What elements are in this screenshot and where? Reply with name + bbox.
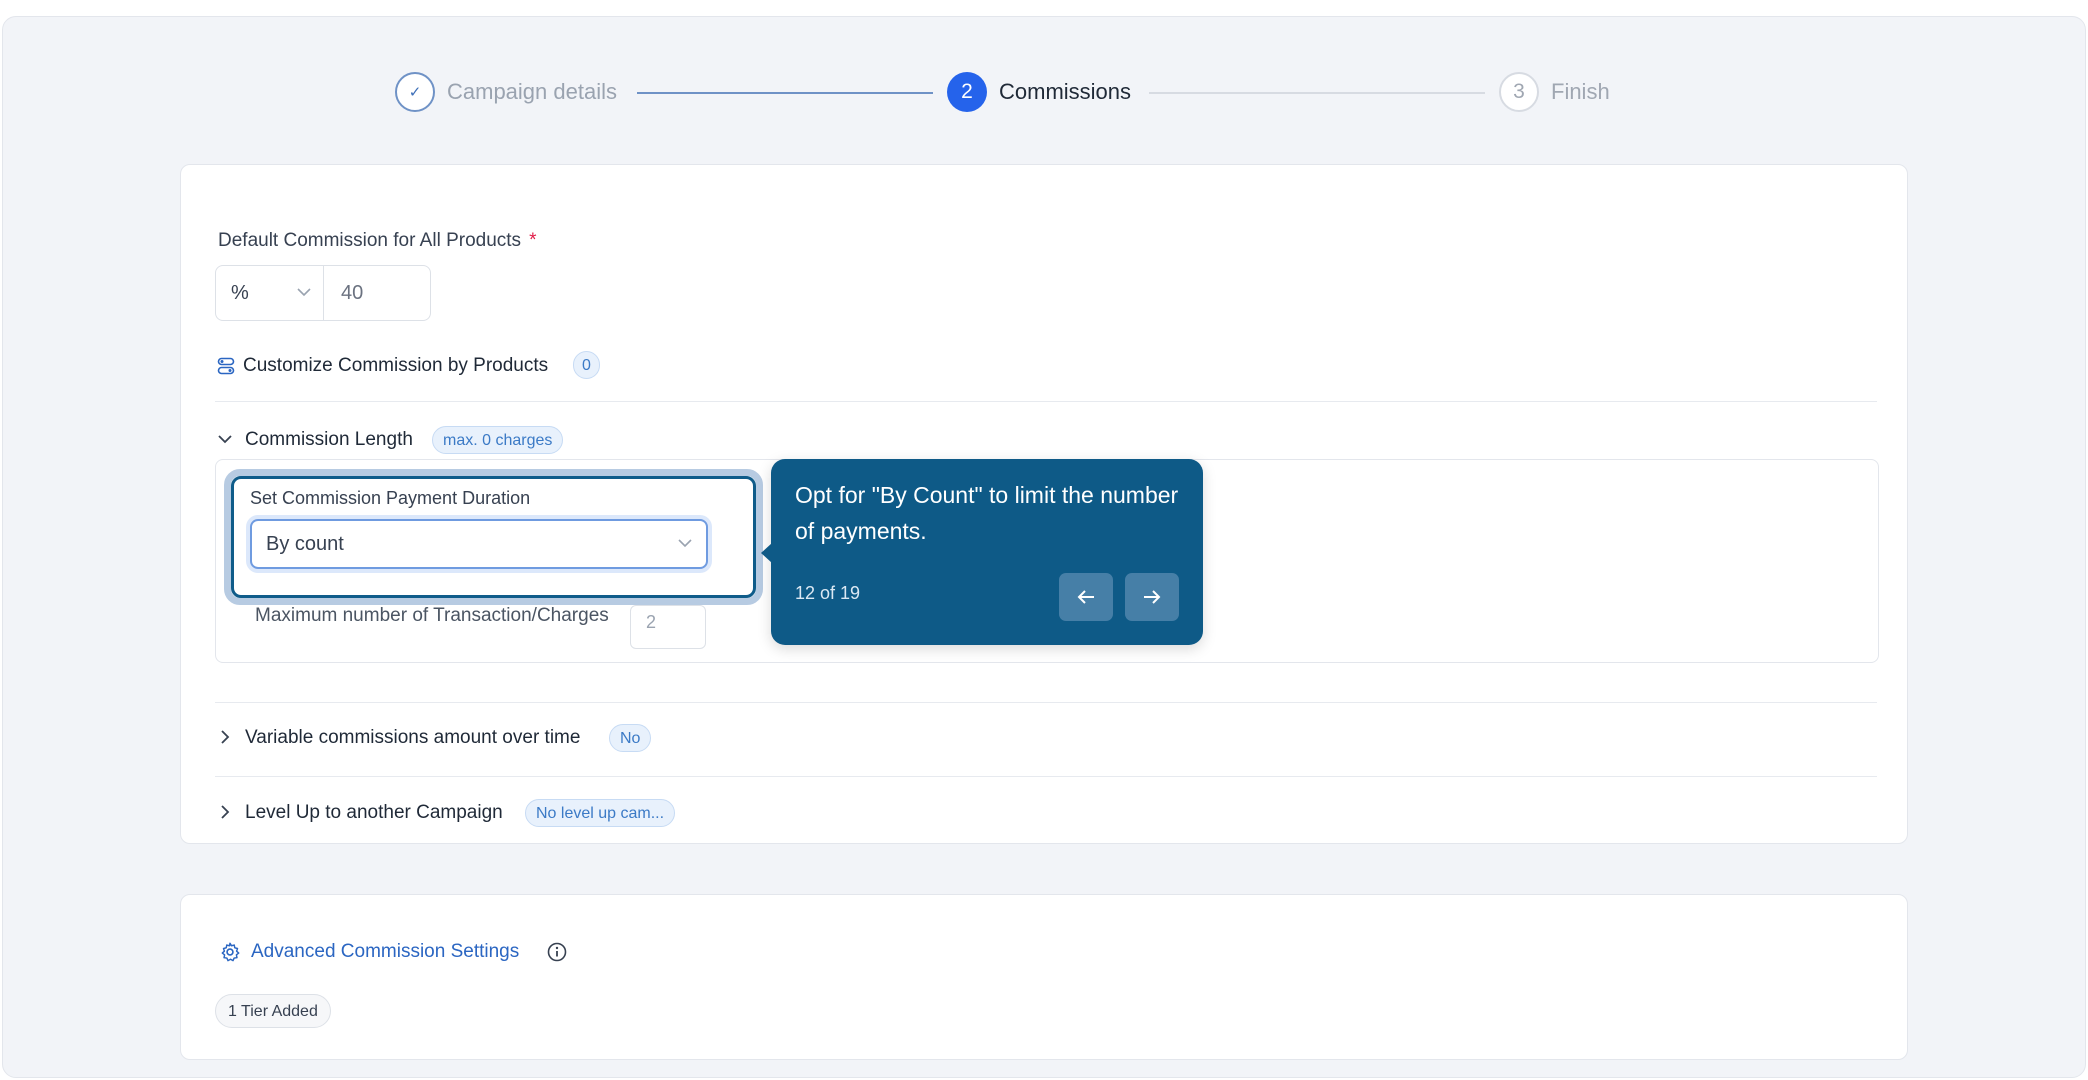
divider bbox=[215, 702, 1877, 703]
payment-duration-label: Set Commission Payment Duration bbox=[250, 488, 531, 508]
step-1-label[interactable]: Campaign details bbox=[447, 79, 617, 105]
tour-highlight: Set Commission Payment Duration By count bbox=[224, 469, 763, 605]
info-icon[interactable] bbox=[547, 942, 567, 962]
step-connector-2 bbox=[1149, 92, 1485, 94]
step-3-circle[interactable]: 3 bbox=[1499, 72, 1539, 112]
arrow-right-icon bbox=[1144, 590, 1161, 604]
step-2-number: 2 bbox=[961, 80, 973, 103]
customize-commission-link[interactable]: Customize Commission by Products bbox=[243, 355, 548, 377]
chevron-right-icon[interactable] bbox=[219, 804, 231, 820]
variable-commissions-toggle[interactable]: Variable commissions amount over time bbox=[245, 727, 580, 749]
default-commission-input-group: % 40 bbox=[215, 265, 431, 321]
divider bbox=[215, 776, 1877, 777]
stepper: ✓ Campaign details 2 Commissions 3 Finis… bbox=[3, 72, 2085, 142]
step-2-label[interactable]: Commissions bbox=[999, 79, 1131, 105]
commission-length-badge: max. 0 charges bbox=[432, 426, 564, 454]
duration-field-highlight: Set Commission Payment Duration By count bbox=[231, 476, 756, 598]
step-2-circle[interactable]: 2 bbox=[947, 72, 987, 112]
commission-value-input[interactable]: 40 bbox=[324, 266, 430, 320]
step-3-label[interactable]: Finish bbox=[1551, 79, 1610, 105]
tier-badge: 1 Tier Added bbox=[215, 994, 331, 1028]
step-1-check-icon[interactable]: ✓ bbox=[395, 72, 435, 112]
arrow-left-icon bbox=[1077, 590, 1094, 604]
max-charges-label: Maximum number of Transaction/Charges bbox=[255, 605, 609, 626]
step-1-number: ✓ bbox=[408, 84, 422, 101]
customize-count-badge: 0 bbox=[573, 351, 600, 379]
level-up-toggle[interactable]: Level Up to another Campaign bbox=[245, 802, 503, 824]
advanced-settings-link[interactable]: Advanced Commission Settings bbox=[251, 941, 519, 963]
advanced-settings-card: Advanced Commission Settings 1 Tier Adde… bbox=[180, 894, 1908, 1060]
tooltip-prev-button[interactable] bbox=[1059, 573, 1113, 621]
chevron-down-icon[interactable] bbox=[217, 433, 233, 445]
chevron-down-icon bbox=[297, 288, 311, 297]
payment-duration-select[interactable]: By count bbox=[250, 519, 708, 569]
chevron-right-icon[interactable] bbox=[219, 729, 231, 745]
divider bbox=[215, 401, 1877, 402]
tooltip-progress: 12 of 19 bbox=[795, 583, 861, 603]
chevron-down-icon bbox=[678, 539, 692, 548]
default-commission-label: Default Commission for All Products * bbox=[218, 230, 536, 252]
variable-commissions-badge: No bbox=[609, 724, 652, 752]
step-3-number: 3 bbox=[1513, 80, 1525, 103]
tour-tooltip: Opt for "By Count" to limit the number o… bbox=[761, 459, 1203, 645]
step-connector-1 bbox=[637, 92, 933, 94]
tooltip-text: Opt for "By Count" to limit the number o… bbox=[795, 482, 1179, 544]
level-up-badge: No level up cam... bbox=[525, 799, 676, 827]
app-frame: ✓ Campaign details 2 Commissions 3 Finis… bbox=[2, 16, 2086, 1078]
default-commission-label-text: Default Commission for All Products bbox=[218, 230, 522, 251]
commission-unit-select[interactable]: % bbox=[216, 266, 324, 320]
gear-icon bbox=[221, 942, 240, 962]
products-toggle-icon bbox=[217, 357, 235, 375]
required-mark: * bbox=[529, 230, 537, 251]
tooltip-next-button[interactable] bbox=[1125, 573, 1179, 621]
commission-unit-value: % bbox=[231, 281, 249, 304]
payment-duration-value: By count bbox=[266, 532, 344, 555]
commission-length-toggle[interactable]: Commission Length bbox=[245, 429, 413, 451]
max-charges-input[interactable]: 2 bbox=[630, 605, 706, 649]
